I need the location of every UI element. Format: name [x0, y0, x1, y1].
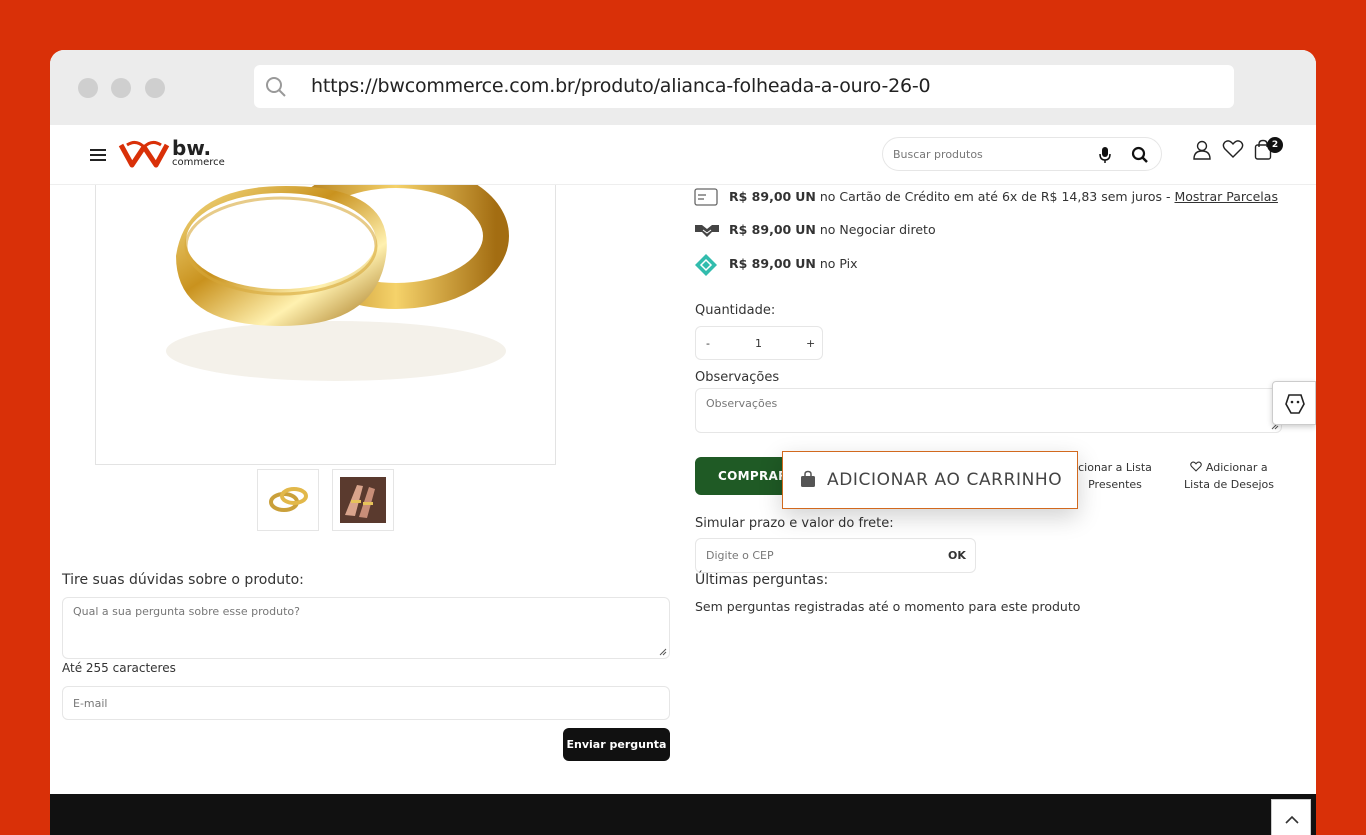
logo[interactable]: bw. commerce — [172, 138, 225, 168]
payment-unit: UN — [795, 256, 816, 271]
quantity-value[interactable]: 1 — [755, 337, 762, 350]
window-maximize-dot[interactable] — [145, 78, 165, 98]
payment-description: no Pix — [819, 256, 858, 271]
logo-sub: commerce — [172, 157, 225, 168]
questions-title: Tire suas dúvidas sobre o produto: — [62, 572, 304, 588]
chat-widget-button[interactable] — [1272, 381, 1316, 425]
heart-icon — [1190, 461, 1203, 472]
add-to-cart-label: ADICIONAR AO CARRINHO — [827, 470, 1063, 490]
cep-input[interactable]: Digite o CEP OK — [695, 538, 976, 573]
handshake-icon — [695, 225, 719, 237]
payment-unit: UN — [795, 222, 816, 237]
add-to-gift-list-button[interactable]: cionar a Lista Presentes — [1070, 459, 1160, 493]
observations-label: Observações — [695, 370, 780, 385]
observations-placeholder: Observações — [706, 397, 778, 410]
pix-icon — [695, 254, 717, 276]
cart-count-badge: 2 — [1267, 137, 1283, 153]
add-to-cart-popup[interactable]: ADICIONAR AO CARRINHO — [782, 451, 1078, 509]
chevron-up-icon — [1285, 815, 1299, 824]
quantity-decrease-button[interactable]: - — [706, 337, 710, 350]
shipping-label: Simular prazo e valor do frete: — [695, 516, 894, 531]
add-to-wishlist-button[interactable]: Adicionar a Lista de Desejos — [1180, 459, 1278, 493]
credit-card-icon — [694, 188, 718, 206]
user-icon[interactable] — [1192, 139, 1212, 165]
search-icon — [264, 75, 288, 103]
browser-window: https://bwcommerce.com.br/produto/alianc… — [50, 50, 1316, 835]
resize-handle-icon[interactable] — [659, 648, 667, 656]
question-placeholder: Qual a sua pergunta sobre esse produto? — [73, 605, 300, 618]
heart-icon[interactable] — [1222, 139, 1244, 163]
logo-main: bw. — [172, 136, 212, 160]
latest-questions-title: Últimas perguntas: — [695, 572, 829, 588]
search-submit-icon[interactable] — [1131, 146, 1149, 168]
site-footer — [50, 794, 1316, 835]
microphone-icon[interactable] — [1097, 146, 1113, 168]
payment-description: no Negociar direto — [819, 222, 936, 237]
quantity-stepper[interactable]: - 1 + — [695, 326, 823, 360]
observations-textarea[interactable]: Observações — [695, 388, 1282, 433]
url-text: https://bwcommerce.com.br/produto/alianc… — [311, 75, 931, 97]
payment-amount: R$ 89,00 — [729, 189, 792, 204]
payment-amount: R$ 89,00 — [729, 256, 792, 271]
window-minimize-dot[interactable] — [111, 78, 131, 98]
shopping-bag-icon — [799, 470, 817, 492]
address-bar[interactable]: https://bwcommerce.com.br/produto/alianc… — [254, 65, 1234, 108]
window-close-dot[interactable] — [78, 78, 98, 98]
question-textarea[interactable]: Qual a sua pergunta sobre esse produto? — [62, 597, 670, 659]
buy-button[interactable]: COMPRAR — [695, 457, 795, 495]
char-limit-text: Até 255 caracteres — [62, 661, 176, 675]
show-installments-link[interactable]: Mostrar Parcelas — [1174, 189, 1277, 204]
scroll-to-top-button[interactable] — [1271, 799, 1311, 835]
quantity-label: Quantidade: — [695, 303, 776, 318]
email-field[interactable]: E-mail — [62, 686, 670, 720]
cep-ok-button[interactable]: OK — [948, 549, 966, 562]
send-question-button[interactable]: Enviar pergunta — [563, 728, 670, 761]
product-search-input[interactable]: Buscar produtos — [882, 137, 1162, 171]
chat-icon — [1285, 394, 1305, 414]
payment-amount: R$ 89,00 — [729, 222, 792, 237]
browser-chrome: https://bwcommerce.com.br/produto/alianc… — [50, 50, 1316, 125]
menu-icon[interactable] — [90, 149, 106, 161]
cep-placeholder: Digite o CEP — [706, 549, 774, 562]
product-thumbnail[interactable] — [332, 469, 394, 531]
search-placeholder: Buscar produtos — [893, 148, 983, 161]
site-header: bw. commerce Buscar produtos 2 — [50, 125, 1316, 185]
email-placeholder: E-mail — [73, 697, 108, 710]
product-thumbnail[interactable] — [257, 469, 319, 531]
logo-mark[interactable] — [118, 137, 170, 173]
quantity-increase-button[interactable]: + — [806, 337, 815, 350]
payment-unit: UN — [795, 189, 816, 204]
latest-questions-empty: Sem perguntas registradas até o momento … — [695, 599, 1081, 614]
payment-description: no Cartão de Crédito em até 6x de R$ 14,… — [819, 189, 1171, 204]
